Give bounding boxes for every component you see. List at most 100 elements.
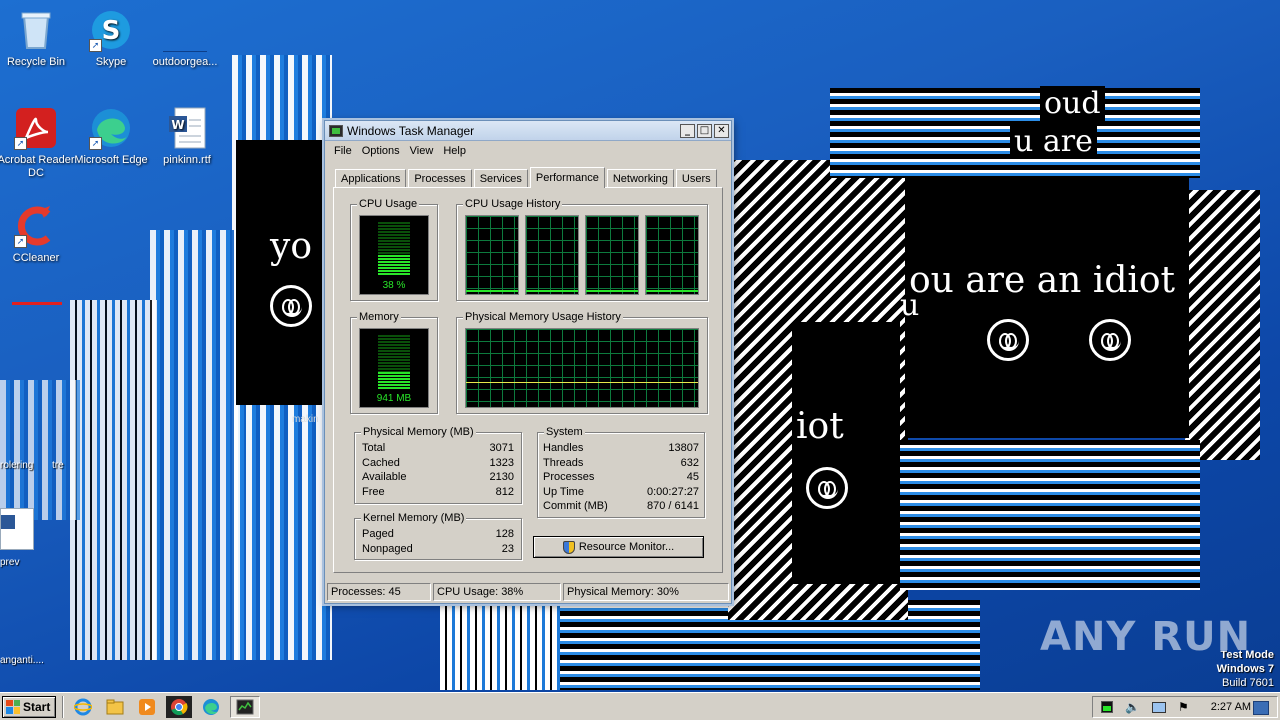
network-icon[interactable] — [1151, 701, 1166, 713]
group-label: Physical Memory (MB) — [361, 426, 476, 439]
task-manager-window[interactable]: Windows Task Manager _ □ ✕ File Options … — [324, 120, 732, 604]
stat-row: Paged 128 — [362, 527, 514, 542]
resource-monitor-button[interactable]: Resource Monitor... — [533, 536, 704, 558]
system-stats: Handles 13807 Threads 632 Processes 45 Up T… — [543, 441, 699, 514]
volume-icon[interactable]: 🔈 — [1125, 700, 1140, 714]
smiley-icon — [987, 319, 1029, 361]
cpu-usage-meter: 38 % — [359, 215, 429, 295]
uac-shield-icon — [562, 540, 575, 554]
stat-name: Threads — [543, 456, 584, 469]
test-mode-line: Build 7601 — [1222, 677, 1274, 689]
memory-group: Memory 941 MB — [350, 311, 438, 414]
taskbar-separator — [62, 695, 64, 718]
stat-value: 13807 — [668, 442, 699, 454]
close-button[interactable]: ✕ — [714, 123, 729, 138]
file-explorer-icon[interactable] — [102, 696, 128, 718]
tab-applications[interactable]: Applications — [335, 169, 407, 188]
recycle-bin-icon — [14, 8, 58, 52]
cpu-history-graph-core-2 — [525, 215, 579, 295]
start-label: Start — [23, 699, 51, 714]
stat-name: Processes — [543, 471, 595, 483]
group-label: Kernel Memory (MB) — [361, 512, 467, 525]
desktop-icon-recycle-bin[interactable]: Recycle Bin — [0, 8, 75, 69]
stat-value: 632 — [680, 456, 699, 469]
cpu-meter-fill — [378, 255, 410, 276]
stat-row: Available 2130 — [362, 470, 514, 485]
group-label: Physical Memory Usage History — [463, 311, 623, 324]
internet-explorer-icon[interactable] — [70, 696, 96, 718]
partial-desktop-label: rolering — [0, 460, 34, 471]
smiley-icon — [806, 467, 848, 509]
desktop-icon-label: Skype — [95, 56, 127, 68]
glitch-artifact — [70, 300, 160, 660]
stat-value: 3071 — [489, 442, 514, 454]
desktop-icon-acrobat[interactable]: ➚ Acrobat Reader DC — [0, 106, 75, 180]
garbled-text: u — [900, 288, 920, 323]
start-button[interactable]: Start — [2, 695, 56, 718]
idiot-window-left: yo — [236, 140, 326, 405]
media-player-icon[interactable] — [134, 696, 160, 718]
desktop-icon-skype[interactable]: S ➚ Skype — [72, 8, 150, 69]
stat-row: Total 3071 — [362, 441, 514, 456]
cpu-tray-icon[interactable] — [1101, 701, 1113, 713]
edge-icon: ➚ — [89, 106, 133, 150]
smiley-icon — [1089, 319, 1131, 361]
cpu-history-group: CPU Usage History — [456, 198, 708, 301]
stat-name: Cached — [362, 456, 400, 469]
action-center-flag-icon[interactable]: ⚑ — [1178, 700, 1189, 714]
desktop-icon-edge[interactable]: ➚ Microsoft Edge — [72, 106, 150, 167]
resource-monitor-label: Resource Monitor... — [578, 541, 675, 553]
smiley-icon — [270, 285, 312, 327]
kernel-memory-stats: Paged 128 Nonpaged 23 — [362, 527, 514, 556]
stat-row: Threads 632 — [543, 456, 699, 471]
desktop-icon-outdoorgea[interactable]: outdoorgea... — [146, 8, 224, 69]
desktop-icon-label: Acrobat Reader DC — [0, 154, 75, 179]
stat-row: Processes 45 — [543, 470, 699, 485]
memory-meter-fill — [378, 372, 410, 389]
glitch-artifact — [900, 440, 1200, 590]
menu-options[interactable]: Options — [357, 145, 405, 157]
desktop-icon-label: CCleaner — [12, 252, 60, 264]
task-manager-taskbar-button[interactable] — [230, 695, 260, 718]
tab-services[interactable]: Services — [473, 169, 528, 188]
tab-networking[interactable]: Networking — [606, 169, 674, 188]
chrome-icon[interactable] — [166, 695, 192, 718]
title-bar[interactable]: Windows Task Manager _ □ ✕ — [325, 121, 731, 141]
maximize-button[interactable]: □ — [697, 123, 712, 138]
show-desktop-icon[interactable] — [1253, 701, 1269, 715]
menu-help[interactable]: Help — [438, 145, 471, 157]
tab-processes[interactable]: Processes — [408, 169, 472, 188]
task-manager-icon — [329, 124, 343, 137]
stat-value: 23 — [501, 542, 514, 555]
stat-value: 1323 — [489, 456, 514, 469]
menu-file[interactable]: File — [329, 145, 357, 157]
minimize-button[interactable]: _ — [680, 123, 695, 138]
idiot-text: ou are an idiot — [909, 260, 1176, 301]
memory-meter: 941 MB — [359, 328, 429, 408]
menu-view[interactable]: View — [405, 145, 439, 157]
stat-row: Free 812 — [362, 485, 514, 500]
ccleaner-icon: ➚ — [14, 204, 58, 248]
red-dash-artifact — [12, 302, 62, 305]
partial-desktop-label: makin — [292, 414, 319, 425]
word-document-icon: W — [165, 106, 209, 150]
physical-memory-group: Physical Memory (MB) Total 3071 Cached 132… — [354, 426, 522, 504]
partial-word-icon[interactable] — [0, 508, 34, 550]
tab-performance[interactable]: Performance — [529, 167, 605, 188]
shortcut-arrow-icon: ➚ — [89, 39, 102, 52]
desktop-icon-pinkinn[interactable]: W pinkinn.rtf — [148, 106, 226, 167]
status-physical-memory: Physical Memory: 30% — [563, 583, 729, 601]
test-mode-notice: Test Mode Windows 7 Build 7601 — [1217, 648, 1274, 690]
tab-users[interactable]: Users — [675, 169, 717, 188]
svg-text:S: S — [102, 16, 121, 46]
stat-value: 812 — [495, 485, 514, 498]
glitch-artifact — [440, 600, 570, 690]
clock[interactable]: 2:27 AM — [1211, 701, 1251, 713]
desktop-icon-ccleaner[interactable]: ➚ CCleaner — [0, 204, 75, 265]
glitch-artifact — [0, 380, 80, 520]
test-mode-line: Test Mode — [1220, 649, 1274, 661]
edge-taskbar-icon[interactable] — [198, 696, 224, 718]
glitch-artifact — [150, 230, 245, 660]
tab-strip: Applications Processes Services Performa… — [335, 167, 719, 188]
group-label: CPU Usage History — [463, 198, 563, 211]
